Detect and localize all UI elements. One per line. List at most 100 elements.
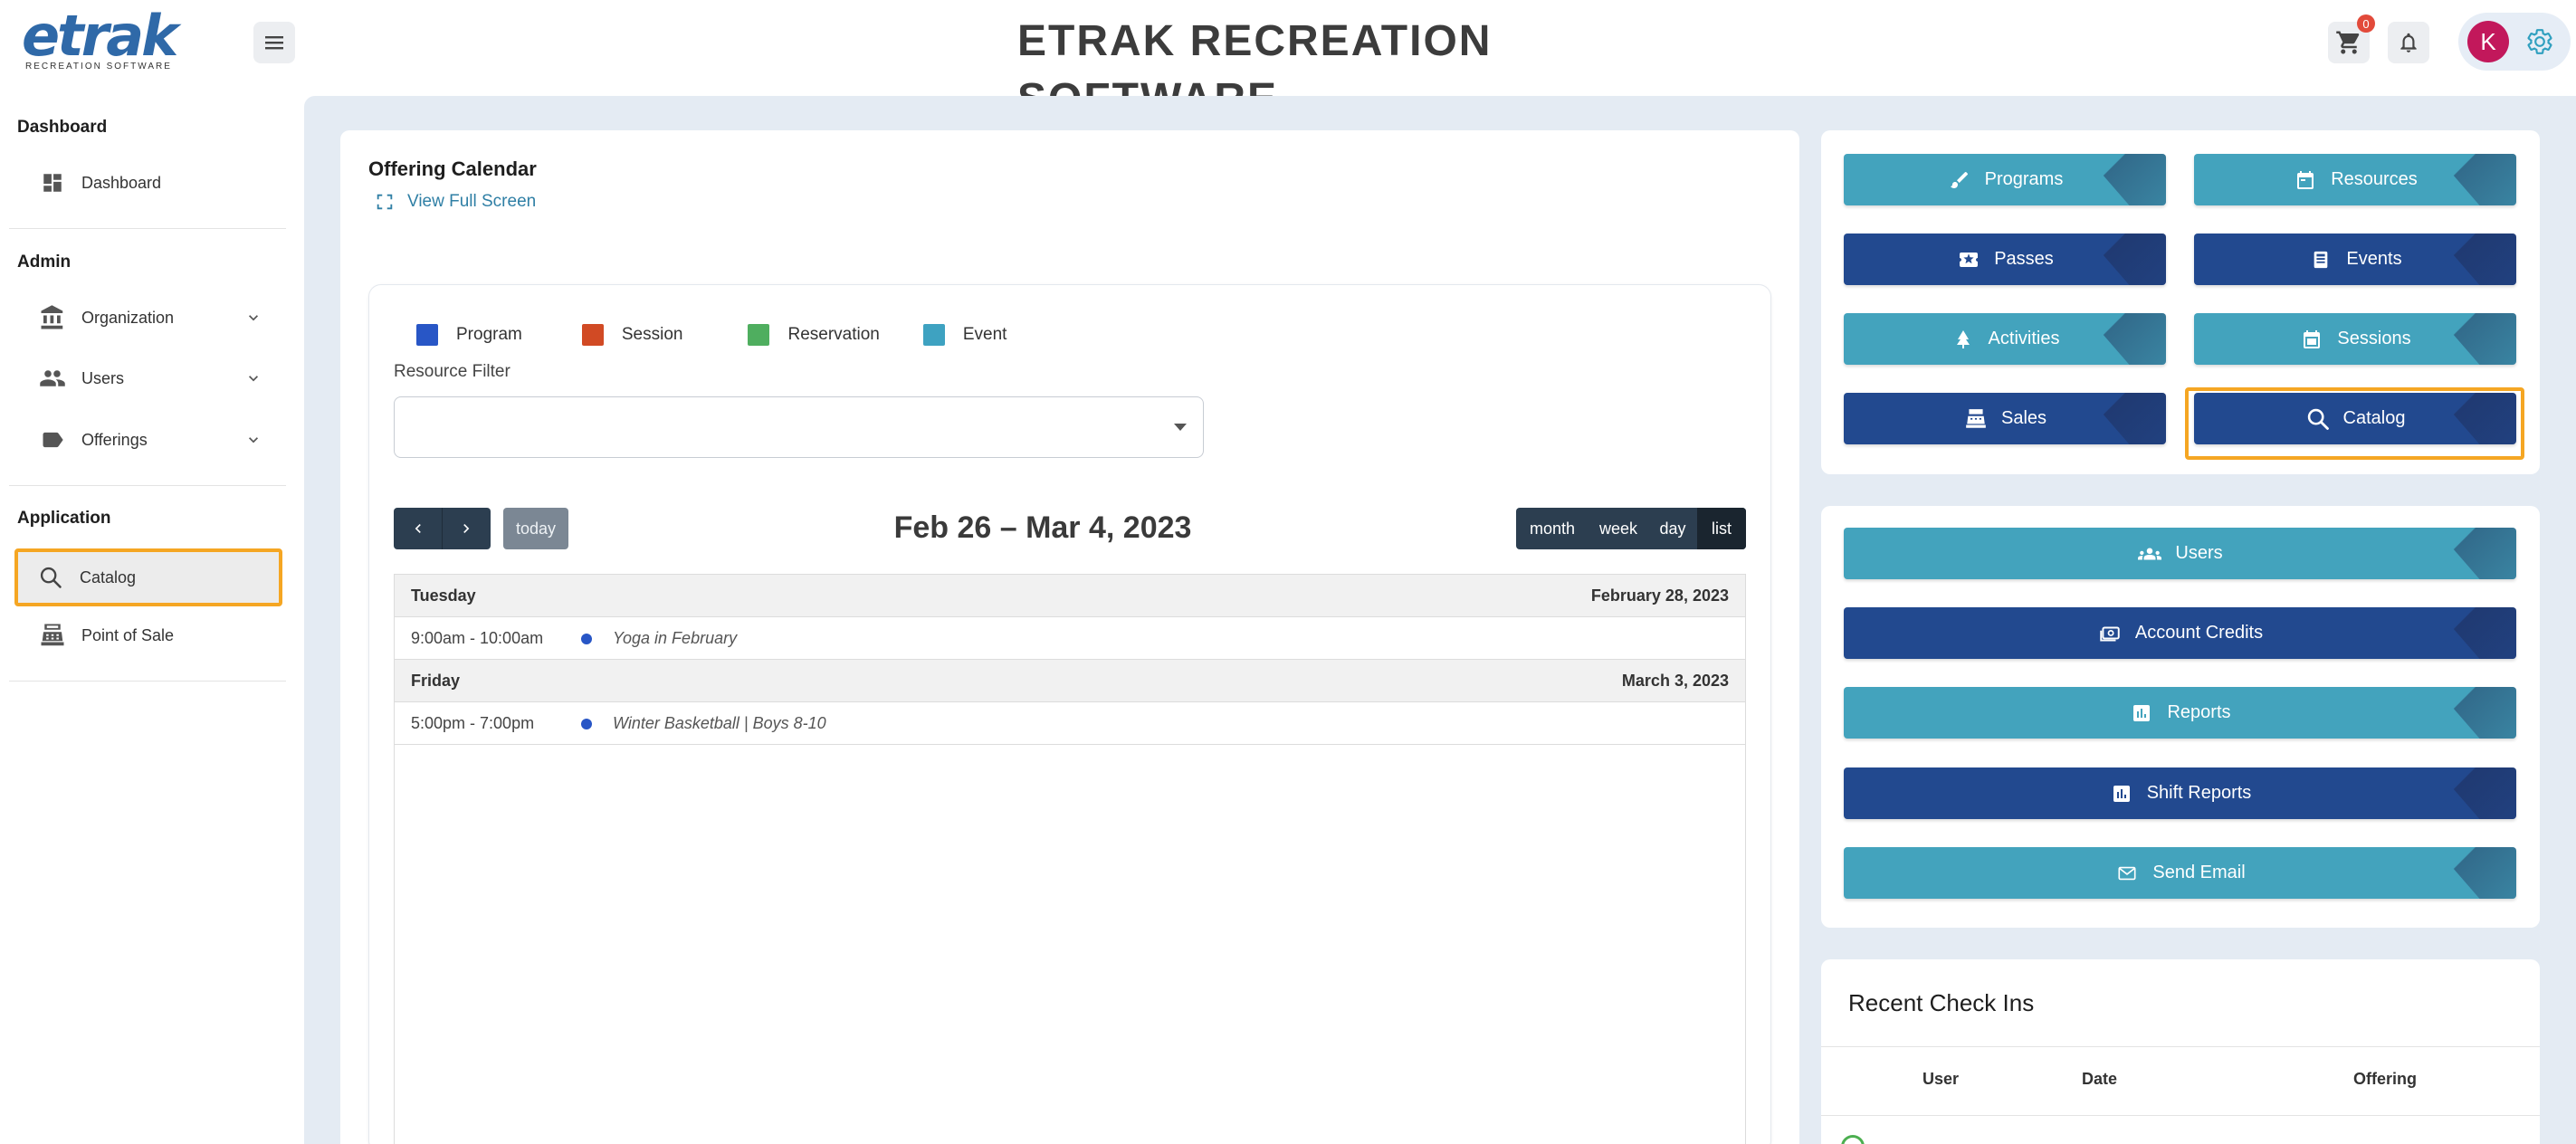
day-name[interactable]: Tuesday xyxy=(411,586,476,605)
button-corner-decoration xyxy=(2435,393,2516,444)
list-event-row[interactable]: 5:00pm - 7:00pm Winter Basketball | Boys… xyxy=(395,702,1745,745)
chevron-down-icon xyxy=(249,376,258,382)
cart-button[interactable]: 0 xyxy=(2328,14,2375,63)
sidebar-item-label: Point of Sale xyxy=(81,625,175,644)
next-week-button[interactable] xyxy=(442,508,490,549)
legend-swatch xyxy=(416,324,438,346)
passes-button[interactable]: Passes xyxy=(1844,234,2166,285)
button-corner-decoration xyxy=(2435,313,2516,365)
sidebar-item-catalog[interactable]: Catalog xyxy=(14,548,282,606)
button-label: Users xyxy=(2175,543,2223,563)
catalog-button[interactable]: Catalog xyxy=(2194,393,2516,444)
sidebar-item-offerings[interactable]: Offerings xyxy=(16,415,279,465)
calendar-title: Offering Calendar xyxy=(368,157,537,180)
sessions-button[interactable]: Sessions xyxy=(2194,313,2516,365)
legend-item-program: Program xyxy=(416,324,522,346)
programs-button[interactable]: Programs xyxy=(1844,154,2166,205)
sidebar-item-users[interactable]: Users xyxy=(16,353,279,404)
button-corner-decoration xyxy=(2085,234,2166,285)
resources-button[interactable]: Resources xyxy=(2194,154,2516,205)
users-button[interactable]: Users xyxy=(1844,528,2516,579)
list-day-header: Tuesday February 28, 2023 xyxy=(395,575,1745,617)
notifications-button[interactable] xyxy=(2388,22,2429,63)
list-event-row[interactable]: 9:00am - 10:00am Yoga in February xyxy=(395,617,1745,660)
logo-subtitle: RECREATION SOFTWARE xyxy=(25,62,172,72)
reports-button[interactable]: Reports xyxy=(1844,687,2516,739)
sidebar-divider xyxy=(9,228,286,229)
sidebar-item-point-of-sale[interactable]: Point of Sale xyxy=(16,610,279,661)
button-label: Activities xyxy=(1988,329,2060,348)
dashboard-icon xyxy=(34,165,71,201)
gear-icon[interactable] xyxy=(2525,27,2554,56)
legend-swatch xyxy=(922,324,945,346)
sidebar-section-application: Application xyxy=(17,509,111,528)
column-header-offering[interactable]: Offering xyxy=(2353,1070,2417,1089)
users-icon xyxy=(34,360,71,396)
register-icon xyxy=(34,617,71,653)
user-menu[interactable]: K xyxy=(2458,13,2571,71)
button-corner-decoration xyxy=(2435,847,2516,899)
caret-down-icon xyxy=(1174,424,1187,431)
sidebar-section-dashboard: Dashboard xyxy=(17,118,108,137)
sidebar-item-dashboard[interactable]: Dashboard xyxy=(16,157,279,208)
top-header: etrak RECREATION SOFTWARE ETRAK RECREATI… xyxy=(0,0,2576,123)
day-date[interactable]: February 28, 2023 xyxy=(1591,586,1729,605)
chevron-down-icon xyxy=(249,437,258,443)
events-button[interactable]: Events xyxy=(2194,234,2516,285)
button-label: Catalog xyxy=(2342,408,2406,428)
logo-wordmark: etrak xyxy=(22,3,178,69)
event-dot xyxy=(581,634,592,644)
button-corner-decoration xyxy=(2435,234,2516,285)
view-month-button[interactable]: month xyxy=(1516,508,1589,549)
view-day-button[interactable]: day xyxy=(1648,508,1697,549)
calendar-date-range: Feb 26 – Mar 4, 2023 xyxy=(893,510,1192,545)
bank-icon xyxy=(34,300,71,336)
button-corner-decoration xyxy=(2435,767,2516,819)
legend-item-event: Event xyxy=(922,324,1007,346)
resource-filter-select[interactable] xyxy=(394,396,1204,458)
credits-icon xyxy=(2097,621,2123,646)
column-header-user[interactable]: User xyxy=(1922,1070,1959,1089)
view-week-button[interactable]: week xyxy=(1589,508,1648,549)
sidebar-divider xyxy=(9,681,286,682)
account-credits-button[interactable]: Account Credits xyxy=(1844,607,2516,659)
event-title[interactable]: Winter Basketball | Boys 8-10 xyxy=(613,714,826,733)
today-button[interactable]: today xyxy=(503,508,568,549)
button-label: Programs xyxy=(1984,169,2064,189)
checkins-header-divider xyxy=(1821,1115,2540,1116)
cart-count-badge: 0 xyxy=(2357,14,2375,33)
bar-chart-icon xyxy=(2129,701,2154,726)
group-icon xyxy=(2137,541,2162,567)
sidebar-section-admin: Admin xyxy=(17,253,72,272)
day-date[interactable]: March 3, 2023 xyxy=(1622,672,1729,691)
ticket-icon xyxy=(1956,247,1981,272)
legend-item-session: Session xyxy=(581,324,682,346)
sidebar-item-organization[interactable]: Organization xyxy=(16,292,279,343)
hamburger-menu-button[interactable] xyxy=(253,22,295,63)
button-corner-decoration xyxy=(2435,687,2516,739)
view-full-screen-link[interactable]: View Full Screen xyxy=(375,192,536,212)
user-avatar[interactable]: K xyxy=(2467,21,2509,62)
day-name[interactable]: Friday xyxy=(411,672,460,691)
activities-button[interactable]: Activities xyxy=(1844,313,2166,365)
prev-week-button[interactable] xyxy=(394,508,442,549)
recent-checkins-title: Recent Check Ins xyxy=(1848,989,2035,1016)
calendar-icon xyxy=(2293,167,2318,193)
event-time: 9:00am - 10:00am xyxy=(411,629,544,647)
button-label: Send Email xyxy=(2152,863,2246,882)
sales-button[interactable]: Sales xyxy=(1844,393,2166,444)
sidebar-divider xyxy=(9,485,286,486)
calendar-list-view: Tuesday February 28, 2023 9:00am - 10:00… xyxy=(394,574,1746,1144)
send-email-button[interactable]: Send Email xyxy=(1844,847,2516,899)
view-list-button[interactable]: list xyxy=(1697,508,1746,549)
column-header-date[interactable]: Date xyxy=(2082,1070,2117,1089)
button-label: Account Credits xyxy=(2134,623,2264,643)
sidebar-item-label: Users xyxy=(81,368,125,387)
etrak-logo[interactable]: etrak RECREATION SOFTWARE xyxy=(22,3,178,72)
legend-swatch xyxy=(581,324,604,346)
button-corner-decoration xyxy=(2085,393,2166,444)
shift-reports-button[interactable]: Shift Reports xyxy=(1844,767,2516,819)
brush-icon xyxy=(1947,167,1972,193)
event-title[interactable]: Yoga in February xyxy=(613,629,737,648)
fullscreen-icon xyxy=(377,194,393,210)
